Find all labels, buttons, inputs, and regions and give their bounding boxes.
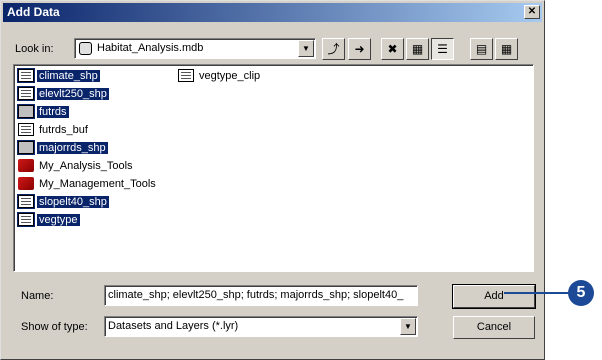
up-folder-icon: ⤴ <box>327 42 340 56</box>
list-item-label: My_Analysis_Tools <box>39 160 133 172</box>
list-item-label: climate_shp <box>37 70 100 82</box>
chevron-down-icon[interactable]: ▼ <box>298 40 314 57</box>
details-view-button[interactable]: ▤ <box>470 38 493 60</box>
name-label: Name: <box>21 290 54 302</box>
look-in-combo[interactable]: Habitat_Analysis.mdb ▼ <box>74 38 316 59</box>
list-item[interactable]: elevlt250_shp <box>17 85 109 103</box>
disconnect-folder-icon: ✖ <box>387 42 398 56</box>
list-item-label: elevlt250_shp <box>37 88 109 100</box>
list-item[interactable]: vegtype <box>17 211 80 229</box>
look-in-label: Look in: <box>15 43 54 55</box>
list-item[interactable]: majorrds_shp <box>17 139 108 157</box>
chevron-down-icon[interactable]: ▼ <box>400 318 416 335</box>
table-icon <box>17 85 35 101</box>
title-bar[interactable]: Add Data ✕ <box>3 3 542 22</box>
list-item-label: majorrds_shp <box>37 142 108 154</box>
close-icon[interactable]: ✕ <box>524 5 540 19</box>
catalog-icon: ▦ <box>411 42 424 56</box>
list-item[interactable]: My_Analysis_Tools <box>18 158 135 175</box>
dialog-title: Add Data <box>7 5 60 19</box>
look-in-value: Habitat_Analysis.mdb <box>97 42 204 54</box>
connect-folder-icon: ➜ <box>354 42 365 56</box>
table-icon <box>17 67 35 83</box>
table-icon <box>178 68 194 82</box>
add-data-dialog: Add Data ✕ Look in: Habitat_Analysis.mdb… <box>0 0 545 360</box>
catalog-button[interactable]: ▦ <box>406 38 429 60</box>
name-input[interactable]: climate_shp; elevlt250_shp; futrds; majo… <box>104 285 418 306</box>
list-icon: ☰ <box>437 42 448 56</box>
show-of-type-label: Show of type: <box>21 321 88 333</box>
toolbox-icon <box>18 158 34 172</box>
show-of-type-combo[interactable]: Datasets and Layers (*.lyr) ▼ <box>104 316 418 337</box>
list-item-label: vegtype <box>37 214 80 226</box>
name-value: climate_shp; elevlt250_shp; futrds; majo… <box>108 289 404 301</box>
connect-folder-button[interactable]: ➜ <box>348 38 371 60</box>
list-item[interactable]: My_Management_Tools <box>18 176 158 193</box>
file-list[interactable]: climate_shp elevlt250_shpfutrds futrds_buf… <box>13 64 534 272</box>
list-item-label: My_Management_Tools <box>39 178 156 190</box>
show-of-type-value: Datasets and Layers (*.lyr) <box>108 320 239 332</box>
list-item-label: slopelt40_shp <box>37 196 109 208</box>
step-callout: 5 <box>568 280 594 306</box>
list-item[interactable]: climate_shp <box>17 67 100 85</box>
list-item-label: vegtype_clip <box>199 70 261 82</box>
table-icon <box>17 211 35 227</box>
table-icon <box>17 193 35 209</box>
add-button[interactable]: Add <box>452 284 536 309</box>
table-icon <box>18 122 34 136</box>
toolbox-icon <box>18 176 34 190</box>
folder-icon <box>17 139 35 155</box>
thumbnails-view-button[interactable]: ▦ <box>495 38 518 60</box>
up-one-level-button[interactable]: ⤴ <box>322 38 345 60</box>
list-item[interactable]: futrds <box>17 103 69 121</box>
list-item[interactable]: vegtype_clip <box>178 68 262 85</box>
list-item-label: futrds_buf <box>39 124 88 136</box>
list-view-button[interactable]: ☰ <box>431 38 454 60</box>
database-icon <box>79 42 92 55</box>
thumbnails-icon: ▦ <box>500 42 513 56</box>
details-icon: ▤ <box>475 42 488 56</box>
disconnect-folder-button[interactable]: ✖ <box>381 38 404 60</box>
cancel-button[interactable]: Cancel <box>453 316 535 339</box>
list-item[interactable]: futrds_buf <box>18 122 90 139</box>
folder-icon <box>17 103 35 119</box>
list-item[interactable]: slopelt40_shp <box>17 193 109 211</box>
list-item-label: futrds <box>37 106 69 118</box>
